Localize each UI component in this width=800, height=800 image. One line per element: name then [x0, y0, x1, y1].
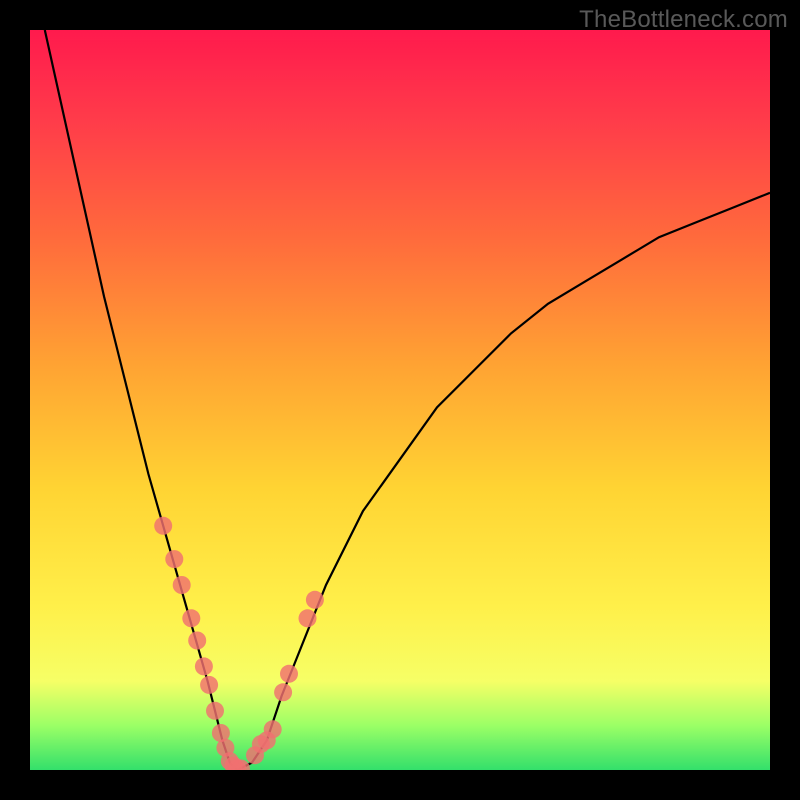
marker-point [280, 665, 298, 683]
marker-point [299, 609, 317, 627]
marker-point [173, 576, 191, 594]
marker-point [188, 632, 206, 650]
marker-point [182, 609, 200, 627]
marker-point [274, 683, 292, 701]
bottleneck-curve [45, 30, 770, 770]
plot-area [30, 30, 770, 770]
marker-point [200, 676, 218, 694]
marker-point [264, 720, 282, 738]
marker-point [195, 657, 213, 675]
marker-point [306, 591, 324, 609]
curve-svg [30, 30, 770, 770]
watermark-text: TheBottleneck.com [579, 6, 788, 34]
marker-point [165, 550, 183, 568]
marker-point [206, 702, 224, 720]
highlight-markers [154, 517, 324, 770]
chart-frame: TheBottleneck.com [0, 0, 800, 800]
marker-point [154, 517, 172, 535]
